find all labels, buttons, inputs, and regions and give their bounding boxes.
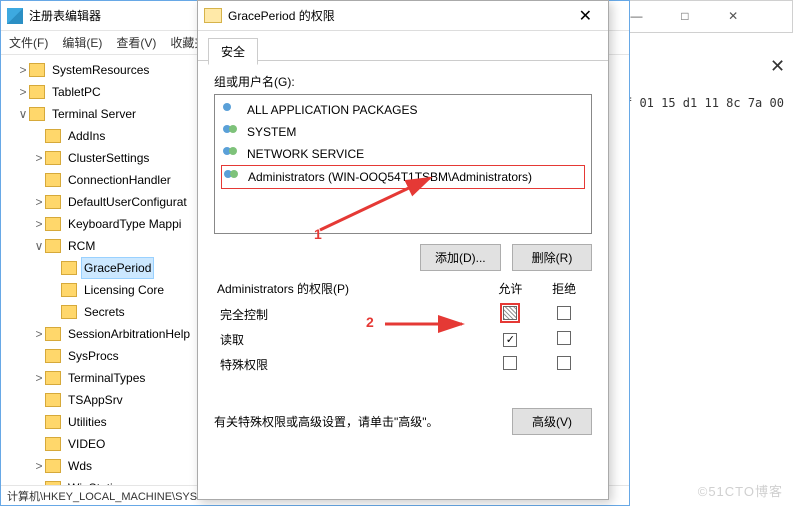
allow-checkbox[interactable] [503, 356, 517, 370]
perm-header: Administrators 的权限(P) [216, 279, 483, 301]
users-icon [223, 147, 241, 161]
deny-checkbox[interactable] [557, 306, 571, 320]
tree-item[interactable]: ∨Terminal Server [17, 103, 198, 125]
menu-edit[interactable]: 编辑(E) [62, 34, 102, 51]
bg-close-button[interactable]: ✕ [711, 1, 756, 31]
group-list[interactable]: ALL APPLICATION PACKAGESSYSTEMNETWORK SE… [214, 94, 592, 234]
permissions-table: Administrators 的权限(P) 允许 拒绝 完全控制 读取 特殊权限 [214, 277, 592, 378]
perm-label: 完全控制 [216, 303, 483, 326]
perms-footer-text: 有关特殊权限或高级设置，请单击"高级"。 [214, 413, 439, 430]
group-item[interactable]: ALL APPLICATION PACKAGES [221, 99, 585, 121]
users-icon [224, 170, 242, 184]
group-item[interactable]: NETWORK SERVICE [221, 143, 585, 165]
hex-data-text: f 01 15 d1 11 8c 7a 00 [625, 96, 784, 110]
tree-item[interactable]: >DefaultUserConfigurat [33, 191, 198, 213]
tree-item[interactable]: ∨RCM [33, 235, 198, 257]
tree-item[interactable]: Secrets [49, 301, 198, 323]
perms-title: GracePeriod 的权限 [228, 7, 335, 24]
tree-item[interactable]: >SessionArbitrationHelp [33, 323, 198, 345]
tree-item[interactable]: SysProcs [33, 345, 198, 367]
group-item[interactable]: Administrators (WIN-OOQ54T1TSBM\Administ… [221, 165, 585, 189]
tree-item[interactable]: GracePeriod [49, 257, 198, 279]
tree-item[interactable]: Licensing Core [49, 279, 198, 301]
regedit-title: 注册表编辑器 [29, 7, 101, 24]
perm-label: 特殊权限 [216, 353, 483, 376]
regedit-icon [7, 8, 23, 24]
allow-checkbox[interactable] [503, 333, 517, 347]
tree-item[interactable]: >Wds [33, 455, 198, 477]
tree-item[interactable]: >SystemResources [17, 59, 198, 81]
add-button[interactable]: 添加(D)... [420, 244, 501, 271]
advanced-button[interactable]: 高级(V) [512, 408, 592, 435]
tab-security[interactable]: 安全 [208, 38, 258, 65]
group-item[interactable]: SYSTEM [221, 121, 585, 143]
tree-item[interactable]: AddIns [33, 125, 198, 147]
menu-file[interactable]: 文件(F) [9, 34, 48, 51]
permissions-dialog: GracePeriod 的权限 ✕ 安全 组或用户名(G): ALL APPLI… [197, 0, 609, 500]
watermark: ©51CTO博客 [698, 481, 783, 500]
tree-item[interactable]: >ClusterSettings [33, 147, 198, 169]
deny-checkbox[interactable] [557, 331, 571, 345]
tree-item[interactable]: >WinStations [33, 477, 198, 485]
col-allow: 允许 [485, 279, 537, 301]
users-icon [223, 125, 241, 139]
perms-close-button[interactable]: ✕ [569, 6, 602, 26]
tree-item[interactable]: VIDEO [33, 433, 198, 455]
bg-maximize-button[interactable]: □ [662, 1, 707, 31]
group-label: 组或用户名(G): [214, 73, 592, 90]
tree-item[interactable]: ConnectionHandler [33, 169, 198, 191]
tree-item[interactable]: >KeyboardType Mappi [33, 213, 198, 235]
background-window-controls: — □ ✕ [613, 0, 793, 33]
col-deny: 拒绝 [538, 279, 590, 301]
allow-checkbox[interactable] [503, 306, 517, 320]
pane-close-icon[interactable]: ✕ [770, 56, 779, 77]
perms-tabs: 安全 [198, 31, 608, 61]
tree-item[interactable]: >TabletPC [17, 81, 198, 103]
menu-view[interactable]: 查看(V) [116, 34, 156, 51]
perms-titlebar[interactable]: GracePeriod 的权限 ✕ [198, 1, 608, 31]
users-icon [223, 103, 241, 117]
deny-checkbox[interactable] [557, 356, 571, 370]
folder-icon [204, 8, 222, 23]
registry-tree[interactable]: >SystemResources>TabletPC∨Terminal Serve… [1, 57, 199, 485]
tree-item[interactable]: >TerminalTypes [33, 367, 198, 389]
tree-item[interactable]: TSAppSrv [33, 389, 198, 411]
remove-button[interactable]: 删除(R) [512, 244, 592, 271]
tree-item[interactable]: Utilities [33, 411, 198, 433]
perm-label: 读取 [216, 328, 483, 351]
